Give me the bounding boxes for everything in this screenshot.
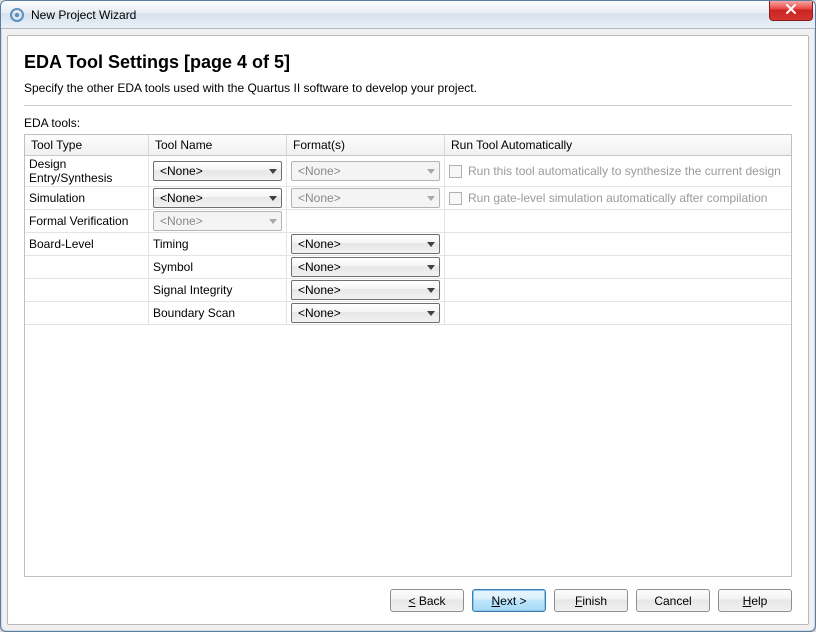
table-row: Simulation <None> <None> Run gate-level xyxy=(25,187,791,210)
app-icon xyxy=(9,7,25,23)
dropdown-value: <None> xyxy=(298,283,341,297)
cell-sub-label: Boundary Scan xyxy=(149,302,287,325)
dropdown-value: <None> xyxy=(160,164,203,178)
cell-tool-type xyxy=(25,279,149,302)
col-header-formats[interactable]: Format(s) xyxy=(287,135,445,156)
table-row: Signal Integrity <None> xyxy=(25,279,791,302)
chevron-down-icon xyxy=(427,169,435,174)
cell-format: <None> xyxy=(287,187,445,210)
close-button[interactable] xyxy=(769,1,813,21)
chevron-down-icon xyxy=(427,265,435,270)
cancel-button[interactable]: Cancel xyxy=(636,589,710,612)
chevron-down-icon xyxy=(427,288,435,293)
eda-tools-table: Tool Type Tool Name Format(s) Run Tool A… xyxy=(24,134,792,577)
format-dropdown[interactable]: <None> xyxy=(291,234,440,254)
format-dropdown-disabled: <None> xyxy=(291,161,440,181)
cell-sub-label: Symbol xyxy=(149,256,287,279)
cell-run-auto: Run this tool automatically to synthesiz… xyxy=(445,156,791,187)
table-row: Boundary Scan <None> xyxy=(25,302,791,325)
cell-tool-type: Simulation xyxy=(25,187,149,210)
cell-run-auto xyxy=(445,256,791,279)
client-area: EDA Tool Settings [page 4 of 5] Specify … xyxy=(7,35,809,625)
wizard-button-bar: < Back Next > Finish Cancel Help xyxy=(24,577,792,612)
tool-name-dropdown[interactable]: <None> xyxy=(153,188,282,208)
cell-run-auto xyxy=(445,210,791,233)
table-row: Symbol <None> xyxy=(25,256,791,279)
tool-name-dropdown[interactable]: <None> xyxy=(153,161,282,181)
cell-tool-type: Board-Level xyxy=(25,233,149,256)
cell-format: <None> xyxy=(287,279,445,302)
table-header-row: Tool Type Tool Name Format(s) Run Tool A… xyxy=(25,135,791,156)
cell-tool-type: Design Entry/Synthesis xyxy=(25,156,149,187)
format-dropdown-disabled: <None> xyxy=(291,188,440,208)
cell-format: <None> xyxy=(287,156,445,187)
help-button[interactable]: Help xyxy=(718,589,792,612)
cell-run-auto xyxy=(445,302,791,325)
dropdown-value: <None> xyxy=(298,306,341,320)
finish-button[interactable]: Finish xyxy=(554,589,628,612)
section-label: EDA tools: xyxy=(24,116,792,130)
cell-tool-name: <None> xyxy=(149,156,287,187)
cell-run-auto xyxy=(445,279,791,302)
page-title: EDA Tool Settings [page 4 of 5] xyxy=(24,52,792,73)
dropdown-value: <None> xyxy=(298,164,341,178)
cell-format: <None> xyxy=(287,302,445,325)
cell-sub-label: Timing xyxy=(149,233,287,256)
col-header-run-auto[interactable]: Run Tool Automatically xyxy=(445,135,791,156)
titlebar[interactable]: New Project Wizard xyxy=(1,1,815,29)
dropdown-value: <None> xyxy=(298,260,341,274)
table-row: Formal Verification <None> xyxy=(25,210,791,233)
dropdown-value: <None> xyxy=(298,237,341,251)
col-header-tool-type[interactable]: Tool Type xyxy=(25,135,149,156)
window-title: New Project Wizard xyxy=(31,8,136,22)
table-row: Design Entry/Synthesis <None> <None> Run xyxy=(25,156,791,187)
cell-run-auto xyxy=(445,233,791,256)
dropdown-value: <None> xyxy=(160,191,203,205)
chevron-down-icon xyxy=(269,196,277,201)
run-auto-label: Run this tool automatically to synthesiz… xyxy=(468,164,781,178)
format-dropdown[interactable]: <None> xyxy=(291,257,440,277)
cell-tool-name: <None> xyxy=(149,187,287,210)
dropdown-value: <None> xyxy=(160,214,203,228)
chevron-down-icon xyxy=(427,242,435,247)
run-auto-checkbox xyxy=(449,165,462,178)
cell-format: <None> xyxy=(287,233,445,256)
cell-sub-label: Signal Integrity xyxy=(149,279,287,302)
format-dropdown[interactable]: <None> xyxy=(291,280,440,300)
page-subtitle: Specify the other EDA tools used with th… xyxy=(24,81,792,95)
col-header-tool-name[interactable]: Tool Name xyxy=(149,135,287,156)
dropdown-value: <None> xyxy=(298,191,341,205)
run-auto-label: Run gate-level simulation automatically … xyxy=(468,191,767,205)
window-frame: New Project Wizard EDA Tool Settings [pa… xyxy=(0,0,816,632)
format-dropdown[interactable]: <None> xyxy=(291,303,440,323)
chevron-down-icon xyxy=(427,311,435,316)
cell-run-auto: Run gate-level simulation automatically … xyxy=(445,187,791,210)
chevron-down-icon xyxy=(427,196,435,201)
tool-name-dropdown-disabled: <None> xyxy=(153,211,282,231)
run-auto-checkbox xyxy=(449,192,462,205)
table-row: Board-Level Timing <None> xyxy=(25,233,791,256)
cell-tool-name: <None> xyxy=(149,210,287,233)
cell-tool-type: Formal Verification xyxy=(25,210,149,233)
cell-format xyxy=(287,210,445,233)
cell-format: <None> xyxy=(287,256,445,279)
back-button[interactable]: < Back xyxy=(390,589,464,612)
cell-tool-type xyxy=(25,302,149,325)
divider xyxy=(24,105,792,106)
chevron-down-icon xyxy=(269,219,277,224)
next-button[interactable]: Next > xyxy=(472,589,546,612)
chevron-down-icon xyxy=(269,169,277,174)
cell-tool-type xyxy=(25,256,149,279)
